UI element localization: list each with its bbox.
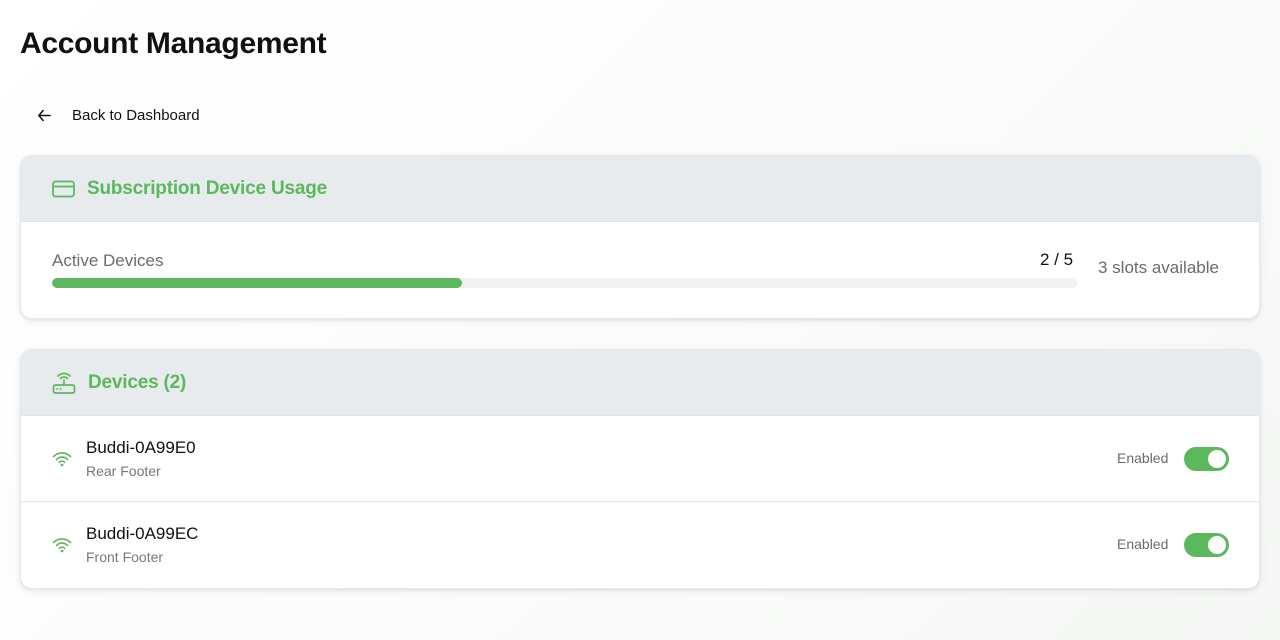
wifi-icon — [52, 537, 72, 553]
usage-progress-fill — [52, 278, 462, 288]
back-link-label: Back to Dashboard — [72, 106, 200, 124]
subscription-usage-header: Subscription Device Usage — [21, 156, 1259, 222]
active-devices-count: 2 / 5 — [1040, 250, 1074, 269]
device-location: Front Footer — [86, 549, 164, 565]
device-enabled-toggle[interactable] — [1184, 447, 1229, 471]
device-status-label: Enabled — [1117, 536, 1169, 552]
router-icon — [52, 371, 76, 395]
device-name: Buddi-0A99EC — [86, 524, 199, 543]
toggle-knob — [1208, 450, 1226, 468]
device-row: Buddi-0A99E0 Rear Footer Enabled — [21, 416, 1259, 502]
device-row: Buddi-0A99EC Front Footer Enabled — [21, 502, 1259, 588]
device-name: Buddi-0A99E0 — [86, 438, 196, 457]
device-location: Rear Footer — [86, 463, 161, 479]
active-devices-label: Active Devices — [52, 251, 164, 270]
toggle-knob — [1208, 536, 1226, 554]
subscription-usage-card: Subscription Device Usage Active Devices… — [20, 155, 1260, 319]
slots-available-label: 3 slots available — [1098, 258, 1219, 277]
usage-progress-bar — [52, 278, 1077, 288]
device-enabled-toggle[interactable] — [1184, 533, 1229, 557]
subscription-usage-title: Subscription Device Usage — [87, 177, 327, 199]
arrow-left-icon — [36, 107, 53, 124]
device-status-label: Enabled — [1117, 450, 1169, 466]
page-title: Account Management — [20, 27, 327, 60]
devices-title: Devices (2) — [88, 371, 187, 393]
devices-header: Devices (2) — [21, 350, 1259, 416]
wifi-icon — [52, 451, 72, 467]
page: Account Management Back to Dashboard Sub… — [0, 0, 1280, 640]
usage-body: Active Devices 2 / 5 3 slots available — [21, 222, 1259, 318]
credit-card-icon — [52, 180, 75, 198]
devices-card: Devices (2) Buddi-0A99E0 Rear Footer Ena… — [20, 349, 1260, 589]
back-to-dashboard-link[interactable]: Back to Dashboard — [26, 99, 210, 131]
